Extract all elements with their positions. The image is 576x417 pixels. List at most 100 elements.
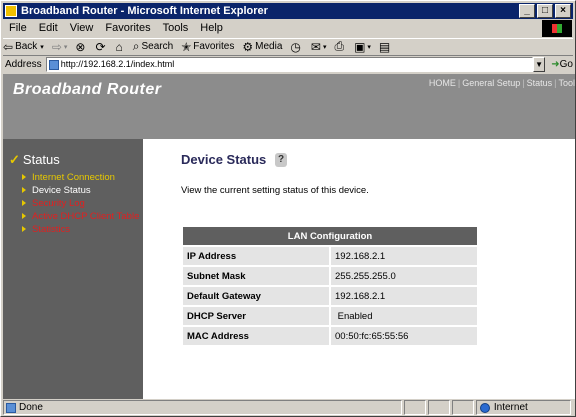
arrow-icon	[22, 187, 26, 194]
zone-label: Internet	[493, 402, 528, 413]
arrow-icon	[22, 226, 26, 233]
security-zone-pane: Internet	[475, 400, 571, 415]
menu-edit[interactable]: Edit	[33, 20, 64, 37]
print-button[interactable]: ⎙	[334, 39, 346, 54]
edit-button[interactable]: ▣ ▾	[354, 40, 371, 54]
page-title: Device Status	[181, 152, 267, 167]
browser-window: Broadband Router - Microsoft Internet Ex…	[0, 0, 576, 417]
arrow-icon	[22, 174, 26, 181]
forward-dropdown-icon[interactable]: ▾	[64, 43, 68, 51]
refresh-icon: ⟳	[95, 39, 106, 54]
row-key: Subnet Mask	[183, 267, 331, 285]
sidebar-item-device-status[interactable]: Device Status	[22, 184, 139, 197]
nav-tool[interactable]: Tool	[558, 78, 575, 88]
maximize-button[interactable]: □	[537, 4, 553, 18]
sidebar-item-dhcp-client-table[interactable]: Active DHCP Client Table	[22, 210, 139, 223]
discuss-button[interactable]: ▤	[379, 40, 392, 54]
menu-view[interactable]: View	[64, 20, 100, 37]
arrow-icon	[22, 200, 26, 207]
sidebar: ✓ Status Internet Connection Device Statu…	[3, 139, 143, 399]
address-dropdown-button[interactable]: ▼	[532, 57, 546, 72]
menu-help[interactable]: Help	[194, 20, 229, 37]
page-done-icon	[6, 403, 16, 413]
media-label: Media	[255, 41, 283, 52]
row-value: 255.255.255.0	[331, 267, 477, 285]
nav-status[interactable]: Status	[527, 78, 553, 88]
status-pane	[452, 400, 474, 415]
edit-dropdown-icon[interactable]: ▾	[367, 43, 371, 51]
sidebar-item-internet-connection[interactable]: Internet Connection	[22, 171, 139, 184]
arrow-icon	[22, 213, 26, 220]
globe-icon	[479, 403, 490, 413]
page-description: View the current setting status of this …	[181, 185, 369, 196]
edit-icon: ▣	[354, 39, 366, 54]
search-button[interactable]: ⌕ Search	[133, 39, 173, 54]
go-arrow-icon: ➜	[551, 59, 560, 70]
favorites-icon: ✭	[181, 39, 192, 54]
sidebar-item-label: Active DHCP Client Table	[32, 211, 140, 222]
row-key: Default Gateway	[183, 287, 331, 305]
nav-home[interactable]: HOME	[429, 78, 456, 88]
row-key: DHCP Server	[183, 307, 331, 325]
row-value: 00:50:fc:65:55:56	[331, 327, 477, 345]
minimize-button[interactable]: _	[519, 4, 535, 18]
stop-icon: ⊗	[75, 39, 86, 54]
nav-general-setup[interactable]: General Setup	[462, 78, 520, 88]
media-button[interactable]: ⚙ Media	[242, 40, 282, 54]
refresh-button[interactable]: ⟳	[95, 40, 107, 54]
menu-bar: File Edit View Favorites Tools Help	[3, 20, 543, 37]
sidebar-heading: ✓ Status	[9, 152, 60, 168]
page-viewport: Broadband Router HOME | General Setup | Stat…	[3, 74, 575, 399]
mail-icon: ✉	[310, 39, 321, 54]
menu-tools[interactable]: Tools	[157, 20, 195, 37]
mail-button[interactable]: ✉ ▾	[311, 40, 327, 54]
back-dropdown-icon[interactable]: ▾	[40, 43, 44, 51]
address-input[interactable]: http://192.168.2.1/index.html	[45, 57, 533, 72]
stop-button[interactable]: ⊗	[75, 40, 87, 54]
favorites-label: Favorites	[193, 41, 235, 52]
lan-configuration-table: LAN Configuration IP Address 192.168.2.1 …	[183, 225, 477, 347]
row-key: MAC Address	[183, 327, 331, 345]
history-icon: ◷	[290, 39, 301, 54]
home-button[interactable]: ⌂	[116, 40, 125, 54]
sidebar-item-statistics[interactable]: Statistics	[22, 223, 139, 236]
sidebar-item-security-log[interactable]: Security Log	[22, 197, 139, 210]
menu-file[interactable]: File	[3, 20, 33, 37]
history-button[interactable]: ◷	[290, 40, 302, 54]
forward-arrow-icon: ⇨	[51, 39, 62, 54]
row-key: IP Address	[183, 247, 331, 265]
mail-dropdown-icon[interactable]: ▾	[323, 43, 327, 51]
go-button[interactable]: ➜Go	[551, 59, 573, 70]
table-row: Default Gateway 192.168.2.1	[183, 287, 477, 305]
sidebar-item-label: Internet Connection	[32, 172, 115, 183]
address-url: http://192.168.2.1/index.html	[60, 59, 175, 69]
sidebar-item-label: Statistics	[32, 224, 71, 235]
back-label: Back	[15, 41, 38, 52]
address-label: Address	[5, 59, 42, 70]
windows-logo-icon	[542, 20, 572, 37]
help-icon[interactable]: ?	[275, 153, 287, 167]
title-bar: Broadband Router - Microsoft Internet Ex…	[3, 3, 573, 19]
back-button[interactable]: ⇦ Back ▾	[3, 40, 44, 54]
status-pane	[404, 400, 427, 415]
close-button[interactable]: ×	[555, 4, 571, 18]
favorites-button[interactable]: ✭ Favorites	[181, 40, 234, 54]
sidebar-heading-label: Status	[22, 152, 60, 167]
row-value: 192.168.2.1	[331, 247, 477, 265]
brand-title: Broadband Router	[13, 81, 162, 98]
menu-favorites[interactable]: Favorites	[99, 20, 156, 37]
main-content: Device Status ? View the current setting…	[143, 139, 575, 399]
table-row: MAC Address 00:50:fc:65:55:56	[183, 327, 477, 345]
status-pane	[428, 400, 451, 415]
sidebar-item-label: Device Status	[32, 185, 91, 196]
back-arrow-icon: ⇦	[3, 39, 14, 54]
discuss-icon: ▤	[378, 39, 391, 54]
status-text: Done	[19, 402, 43, 413]
row-value: Enabled	[331, 307, 477, 325]
forward-button[interactable]: ⇨ ▾	[52, 40, 68, 54]
search-icon: ⌕	[132, 39, 140, 53]
ie-app-icon	[5, 5, 17, 17]
top-nav: HOME | General Setup | Status | Tool	[428, 78, 575, 88]
status-text-pane: Done	[3, 400, 403, 415]
router-banner: Broadband Router HOME | General Setup | Stat…	[3, 74, 575, 139]
